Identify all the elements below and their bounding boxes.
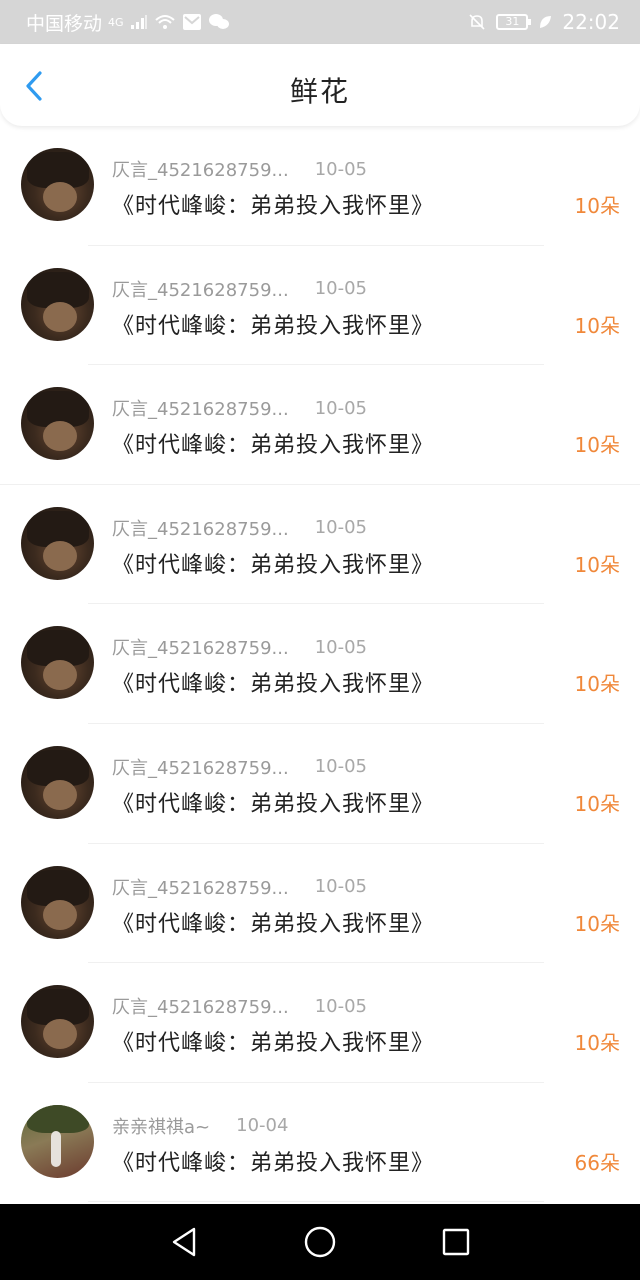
flower-record-list[interactable]: 仄言_4521628759... 10-05 《时代峰峻：弟弟投入我怀里》 10朵… [0, 126, 640, 1204]
flower-amount: 66朵 [574, 1150, 620, 1175]
book-title: 《时代峰峻：弟弟投入我怀里》 [112, 911, 435, 937]
date: 10-05 [314, 876, 367, 898]
book-title: 《时代峰峻：弟弟投入我怀里》 [112, 433, 435, 459]
home-circle-icon [304, 1226, 336, 1258]
username: 仄言_4521628759... [112, 160, 289, 181]
system-nav-bar [0, 1204, 640, 1280]
list-item[interactable]: 亲亲祺祺a~ 10-04 《时代峰峻：弟弟投入我怀里》 66朵 [0, 1083, 640, 1203]
avatar[interactable] [21, 1104, 94, 1178]
date: 10-05 [314, 158, 367, 180]
app-header: 鲜花 [0, 44, 640, 126]
list-item[interactable]: 仄言_4521628759... 10-05 《时代峰峻：弟弟投入我怀里》 10朵 [0, 844, 640, 964]
username: 仄言_4521628759... [112, 638, 289, 660]
flower-amount: 10朵 [574, 194, 620, 218]
battery-icon: 31 [496, 14, 532, 30]
date: 10-05 [314, 636, 367, 658]
avatar[interactable] [21, 506, 94, 580]
recents-square-icon [442, 1228, 470, 1256]
wechat-icon [208, 13, 230, 31]
book-title: 《时代峰峻：弟弟投入我怀里》 [112, 1031, 435, 1057]
list-item[interactable]: 仄言_4521628759... 10-05 《时代峰峻：弟弟投入我怀里》 10朵 [0, 126, 640, 246]
list-item[interactable]: 仄言_4521628759... 10-05 《时代峰峻：弟弟投入我怀里》 10朵 [0, 963, 640, 1083]
nav-back-button[interactable] [162, 1220, 206, 1264]
nav-recents-button[interactable] [434, 1220, 478, 1264]
flower-amount: 10朵 [574, 911, 620, 936]
book-title: 《时代峰峻：弟弟投入我怀里》 [112, 552, 435, 578]
avatar[interactable] [21, 745, 94, 819]
list-item[interactable]: 仄言_4521628759... 10-05 《时代峰峻：弟弟投入我怀里》 10朵 [0, 485, 640, 605]
list-item[interactable]: 仄言_4521628759... 10-05 《时代峰峻：弟弟投入我怀里》 10朵 [0, 246, 640, 366]
back-triangle-icon [172, 1227, 196, 1257]
clock: 22:02 [562, 10, 620, 34]
username: 仄言_4521628759... [112, 518, 289, 540]
avatar[interactable] [21, 148, 94, 221]
list-item[interactable]: 仄言_4521628759... 10-05 《时代峰峻：弟弟投入我怀里》 10朵 [0, 365, 640, 485]
flower-amount: 10朵 [574, 672, 620, 697]
message-icon [182, 13, 202, 31]
avatar[interactable] [21, 865, 94, 939]
list-item[interactable]: 仄言_4521628759... 10-05 《时代峰峻：弟弟投入我怀里》 10朵 [0, 724, 640, 844]
avatar[interactable] [21, 985, 94, 1059]
date: 10-05 [314, 756, 367, 778]
book-title: 《时代峰峻：弟弟投入我怀里》 [112, 672, 435, 698]
book-title: 《时代峰峻：弟弟投入我怀里》 [112, 791, 435, 817]
avatar[interactable] [21, 267, 94, 341]
date: 10-05 [314, 517, 367, 539]
username: 亲亲祺祺a~ [112, 1116, 211, 1138]
avatar[interactable] [21, 387, 94, 461]
book-title: 《时代峰峻：弟弟投入我怀里》 [112, 194, 435, 219]
username: 仄言_4521628759... [112, 757, 289, 779]
avatar[interactable] [21, 626, 94, 700]
list-item[interactable]: 仄言_4521628759... 10-05 《时代峰峻：弟弟投入我怀里》 10朵 [0, 604, 640, 724]
flower-amount: 10朵 [574, 313, 620, 338]
username: 仄言_4521628759... [112, 997, 289, 1019]
username: 仄言_4521628759... [112, 399, 289, 421]
page-title: 鲜花 [289, 75, 350, 108]
username: 仄言_4521628759... [112, 279, 289, 301]
date: 10-05 [314, 278, 367, 300]
date: 10-04 [236, 1115, 289, 1137]
carrier-label: 中国移动 [26, 12, 103, 35]
flower-amount: 10朵 [574, 433, 620, 458]
book-title: 《时代峰峻：弟弟投入我怀里》 [112, 313, 435, 339]
mute-bell-icon [468, 13, 486, 31]
flower-amount: 10朵 [574, 791, 620, 816]
book-title: 《时代峰峻：弟弟投入我怀里》 [112, 1150, 435, 1176]
leaf-icon [538, 14, 552, 30]
nav-home-button[interactable] [298, 1220, 342, 1264]
date: 10-05 [314, 995, 367, 1017]
date: 10-05 [314, 397, 367, 419]
signal-icon [130, 14, 148, 30]
network-type: 4G [108, 15, 124, 29]
flower-amount: 10朵 [574, 1031, 620, 1056]
username: 仄言_4521628759... [112, 877, 289, 899]
status-bar: 中国移动 4G 31 22:02 [0, 0, 640, 44]
wifi-icon [154, 14, 176, 30]
flower-amount: 10朵 [574, 552, 620, 577]
